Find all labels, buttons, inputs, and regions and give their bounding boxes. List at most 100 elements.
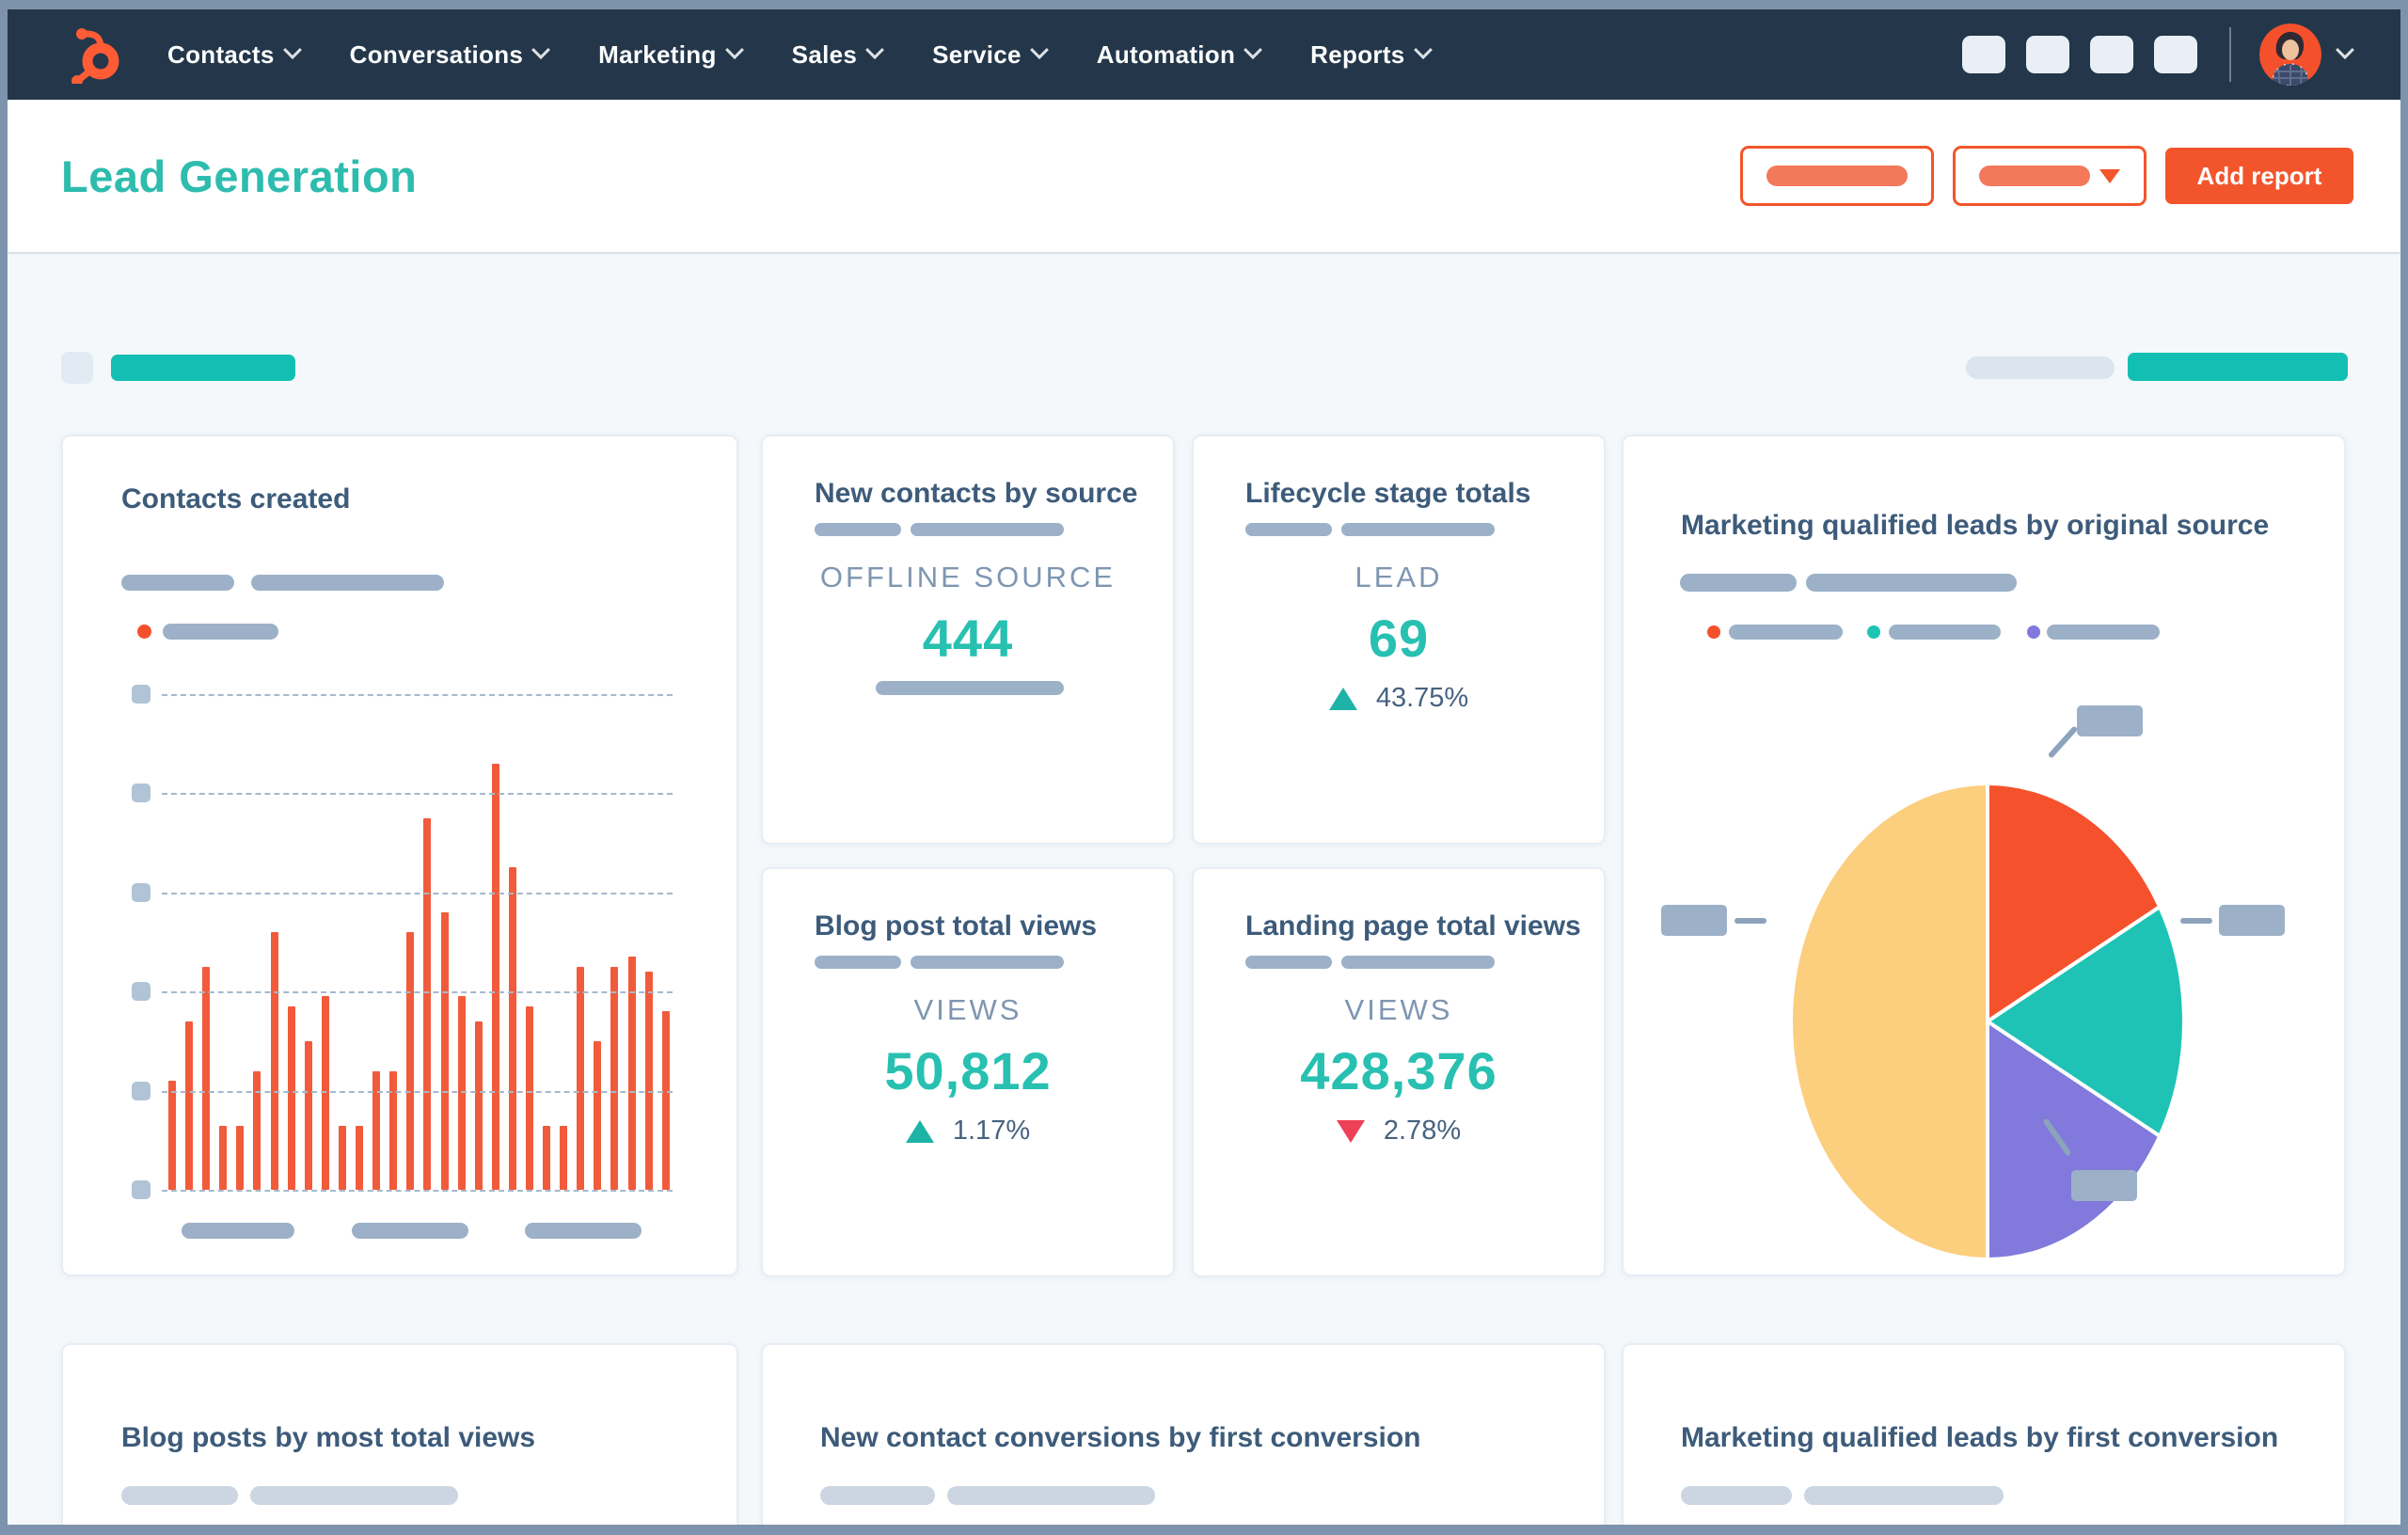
dashboard-filter-button[interactable] bbox=[1740, 146, 1934, 206]
bar bbox=[389, 1070, 398, 1190]
redacted-legend-pill bbox=[2047, 625, 2160, 640]
bar bbox=[474, 1021, 483, 1190]
chevron-down-icon[interactable] bbox=[2336, 40, 2354, 60]
redacted-x-tick-pill bbox=[525, 1223, 642, 1239]
nav-tool-icon[interactable] bbox=[2026, 36, 2069, 73]
card-title: Blog posts by most total views bbox=[121, 1422, 536, 1453]
bar bbox=[304, 1040, 312, 1190]
redacted-callout-box bbox=[1661, 905, 1727, 936]
redacted-x-tick-pill bbox=[182, 1223, 294, 1239]
redacted-pill bbox=[815, 523, 901, 536]
card-title: Marketing qualified leads by original so… bbox=[1681, 510, 2270, 541]
redacted-pill bbox=[911, 523, 1064, 536]
report-card-blog-posts-by-most-total-views: Blog posts by most total views bbox=[61, 1343, 738, 1525]
bar bbox=[338, 1125, 346, 1190]
nav-tool-icon[interactable] bbox=[2154, 36, 2197, 73]
delta-arrow-icon bbox=[1336, 1119, 1365, 1143]
bar bbox=[560, 1125, 568, 1190]
redacted-label-pill bbox=[1979, 166, 2090, 186]
bar bbox=[577, 966, 585, 1190]
redacted-pill bbox=[815, 956, 901, 969]
bar bbox=[168, 1081, 176, 1190]
gridline bbox=[162, 793, 673, 796]
card-title: Blog post total views bbox=[815, 910, 1098, 942]
gridline bbox=[162, 892, 673, 894]
redacted-pill bbox=[1341, 956, 1495, 969]
header-actions: Add report bbox=[1740, 146, 2353, 206]
nav-label: Reports bbox=[1310, 40, 1405, 69]
redacted-pill bbox=[1680, 574, 1797, 592]
redacted-legend-pill bbox=[163, 624, 278, 640]
card-title: Contacts created bbox=[121, 483, 351, 514]
pie-slice-segment-amber bbox=[1789, 782, 1989, 1261]
metric-label: VIEWS bbox=[1344, 993, 1453, 1026]
delta-arrow-icon bbox=[1328, 687, 1357, 710]
redacted-y-tick-square bbox=[132, 882, 150, 902]
bar bbox=[644, 972, 653, 1190]
nav-item-contacts[interactable]: Contacts bbox=[167, 40, 302, 70]
redacted-pill bbox=[250, 1486, 458, 1505]
nav-tool-icon[interactable] bbox=[2090, 36, 2133, 73]
callout-line bbox=[2180, 918, 2212, 924]
bar bbox=[219, 1125, 228, 1190]
redacted-pill bbox=[1806, 574, 2017, 592]
nav-item-marketing[interactable]: Marketing bbox=[598, 40, 744, 70]
legend-dot bbox=[1707, 625, 1720, 639]
nav-label: Service bbox=[932, 40, 1022, 69]
nav-item-conversations[interactable]: Conversations bbox=[350, 40, 551, 70]
card-title: Landing page total views bbox=[1245, 910, 1581, 942]
redacted-gray-pill bbox=[1966, 356, 2115, 379]
bar bbox=[372, 1070, 381, 1190]
app-window: Contacts Conversations Marketing Sales S… bbox=[8, 9, 2400, 1525]
legend-dot bbox=[2027, 625, 2040, 639]
card-title: New contacts by source bbox=[815, 478, 1138, 509]
page-title: Lead Generation bbox=[61, 150, 418, 201]
redacted-legend-pill bbox=[1729, 625, 1843, 640]
top-navigation-bar: Contacts Conversations Marketing Sales S… bbox=[8, 9, 2400, 100]
dashboard-content: Contacts created New contacts by source … bbox=[8, 254, 2400, 1525]
bar bbox=[440, 911, 449, 1190]
report-card-mql-by-first-conversion: Marketing qualified leads by first conve… bbox=[1622, 1343, 2346, 1525]
nav-item-automation[interactable]: Automation bbox=[1097, 40, 1263, 70]
caret-down-icon bbox=[2099, 168, 2120, 183]
delta-value: 1.17% bbox=[952, 1116, 1031, 1146]
nav-tool-icon[interactable] bbox=[1962, 36, 2005, 73]
metric-label: LEAD bbox=[1354, 561, 1443, 593]
hubspot-logo-icon[interactable] bbox=[62, 25, 124, 84]
gridline bbox=[162, 1090, 673, 1093]
add-report-button[interactable]: Add report bbox=[2165, 148, 2353, 204]
chevron-down-icon bbox=[865, 40, 885, 60]
redacted-x-tick-pill bbox=[352, 1223, 468, 1239]
redacted-pill bbox=[1341, 523, 1495, 536]
report-card-contacts-created: Contacts created bbox=[61, 435, 738, 1276]
nav-item-service[interactable]: Service bbox=[932, 40, 1049, 70]
card-title: Lifecycle stage totals bbox=[1245, 478, 1531, 509]
nav-item-sales[interactable]: Sales bbox=[792, 40, 885, 70]
redacted-teal-pill bbox=[2128, 353, 2348, 381]
redacted-pill bbox=[1245, 523, 1332, 536]
chevron-down-icon bbox=[1413, 40, 1433, 60]
redacted-y-tick-square bbox=[132, 1081, 150, 1100]
bar bbox=[287, 1006, 295, 1190]
bar bbox=[661, 1011, 670, 1190]
redacted-teal-pill bbox=[111, 355, 295, 381]
nav-utilities bbox=[1941, 24, 2354, 86]
delta-value: 43.75% bbox=[1375, 683, 1469, 713]
card-title: Marketing qualified leads by first conve… bbox=[1681, 1422, 2279, 1453]
metric-label: VIEWS bbox=[913, 993, 1022, 1026]
bar bbox=[253, 1070, 261, 1190]
gridline bbox=[162, 991, 673, 994]
nav-label: Contacts bbox=[167, 40, 275, 69]
user-avatar[interactable] bbox=[2259, 24, 2321, 86]
dashboard-actions-dropdown[interactable] bbox=[1953, 146, 2147, 206]
redacted-callout-box bbox=[2071, 1170, 2137, 1201]
chevron-down-icon bbox=[724, 40, 744, 60]
nav-item-reports[interactable]: Reports bbox=[1310, 40, 1433, 70]
card-title: New contact conversions by first convers… bbox=[820, 1422, 1421, 1453]
chevron-down-icon bbox=[531, 40, 551, 60]
redacted-pill bbox=[1681, 1486, 1792, 1505]
legend-dot bbox=[137, 625, 151, 639]
gridline bbox=[162, 1190, 673, 1192]
bar bbox=[610, 966, 619, 1190]
contacts-created-bar-area bbox=[168, 694, 670, 1190]
